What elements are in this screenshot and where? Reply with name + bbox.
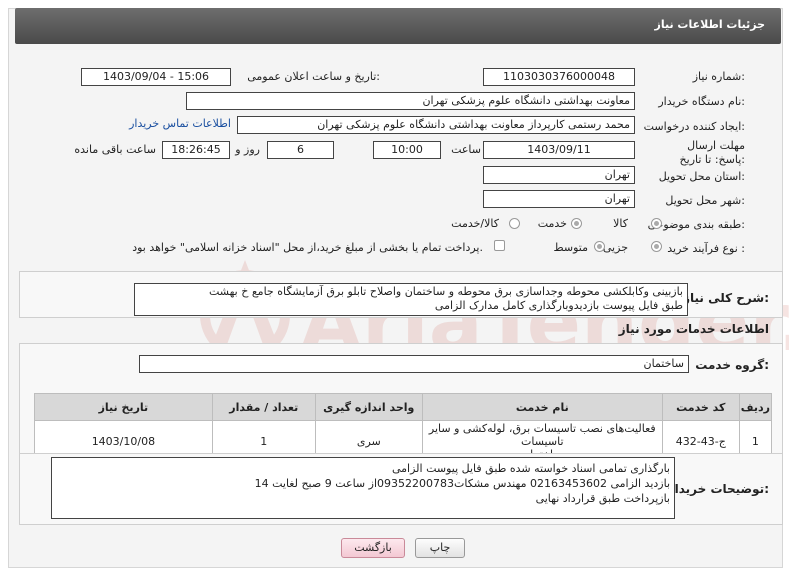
category-goods-label: کالا [613, 217, 628, 230]
process-medium-radio[interactable] [594, 241, 605, 252]
table-header-row: ردیف کد خدمت نام خدمت واحد اندازه گیری ت… [34, 393, 773, 421]
service-group-field: ساختمان [139, 355, 689, 373]
treasury-payment-checkbox[interactable] [494, 240, 505, 251]
category-service-label: خدمت [537, 217, 567, 230]
city-field: تهران [483, 190, 635, 208]
page-title: جزئیات اطلاعات نیاز [654, 18, 766, 31]
summary-line-2: طبق فایل پیوست بازدیدوبارگذاری کامل مدار… [434, 299, 683, 312]
category-label: طبقه بندی موضوعی: [647, 218, 745, 231]
requester-field: محمد رستمی کارپرداز معاونت بهداشتی دانشگ… [237, 116, 635, 134]
treasury-payment-note: پرداخت تمام یا بخشی از مبلغ خرید،از محل … [132, 241, 483, 254]
category-both-label: کالا/خدمت [451, 217, 499, 230]
row-name-line-1: فعالیت‌های نصب تاسیسات برق، لوله‌کشی و س… [428, 422, 656, 448]
col-name-header: نام خدمت [421, 393, 663, 421]
buyer-notes-line-3: بازپرداخت طبق قرارداد نهایی [535, 492, 670, 505]
requester-label: ایجاد کننده درخواست: [643, 120, 745, 133]
deadline-time-field: 10:00 [373, 141, 441, 159]
province-label: استان محل تحویل: [658, 170, 745, 183]
deadline-label: مهلت ارسال پاسخ: تا تاریخ: [679, 139, 745, 166]
buyer-org-label: نام دستگاه خریدار: [658, 95, 745, 108]
city-label: شهر محل تحویل: [665, 194, 745, 207]
process-partial-radio[interactable] [651, 241, 662, 252]
buyer-org-field: معاونت بهداشتی دانشگاه علوم پزشکی تهران [186, 92, 635, 110]
deadline-time-label: ساعت [451, 143, 481, 156]
col-unit-header: واحد اندازه گیری [314, 393, 423, 421]
remaining-label: ساعت باقی مانده [74, 143, 156, 156]
col-code-header: کد خدمت [661, 393, 740, 421]
remaining-days-field: 6 [267, 141, 334, 159]
buyer-contact-link[interactable]: اطلاعات تماس خریدار [129, 117, 231, 130]
summary-label: شرح کلی نیاز: [683, 291, 769, 305]
process-label: نوع فرآیند خرید : [667, 242, 745, 255]
service-group-label: گروه خدمت: [695, 358, 769, 372]
back-button[interactable]: بازگشت [341, 538, 405, 558]
days-label: روز و [235, 143, 260, 156]
category-both-radio[interactable] [509, 218, 520, 229]
page-header: جزئیات اطلاعات نیاز [15, 8, 781, 44]
summary-textarea: بازبینی وکابلکشی محوطه وجداسازی برق محوط… [134, 283, 688, 316]
services-section-title: اطلاعات خدمات مورد نیاز [618, 322, 769, 336]
col-index-header: ردیف [738, 393, 773, 421]
category-goods-radio[interactable] [651, 218, 662, 229]
col-qty-header: تعداد / مقدار [211, 393, 316, 421]
need-number-label: شماره نیاز: [692, 70, 745, 83]
buyer-notes-label: توضیحات خریدار: [667, 482, 769, 496]
process-medium-label: متوسط [553, 241, 588, 254]
process-partial-label: جزیی [602, 241, 628, 254]
buyer-notes-line-1: بارگذاری تمامی اسناد خواسته شده طبق فایل… [391, 462, 670, 475]
need-number-field: 1103030376000048 [483, 68, 635, 86]
col-date-header: تاریخ نیاز [34, 393, 213, 421]
buyer-notes-textarea: بارگذاری تمامی اسناد خواسته شده طبق فایل… [51, 457, 675, 519]
summary-line-1: بازبینی وکابلکشی محوطه وجداسازی برق محوط… [208, 285, 683, 298]
category-service-radio[interactable] [571, 218, 582, 229]
province-field: تهران [483, 166, 635, 184]
buyer-notes-line-2: بازدید الزامی 02163453602 مهندس مشکات093… [254, 477, 670, 490]
print-button[interactable]: چاپ [415, 538, 465, 558]
announce-date-label: تاریخ و ساعت اعلان عمومی: [247, 70, 380, 83]
remaining-time-field: 18:26:45 [162, 141, 230, 159]
announce-date-field: 1403/09/04 - 15:06 [81, 68, 231, 86]
deadline-date-field: 1403/09/11 [483, 141, 635, 159]
